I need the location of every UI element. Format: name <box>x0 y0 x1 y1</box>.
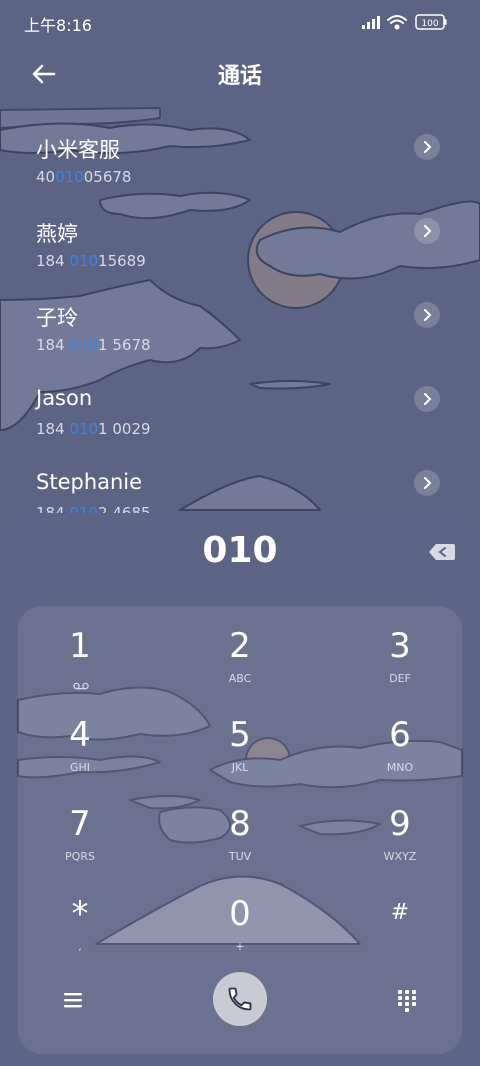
contact-number: 184 0101 5678 <box>36 336 151 354</box>
wifi-icon <box>387 15 407 30</box>
contact-name: 子玲 <box>36 306 78 330</box>
contact-row[interactable]: 燕婷 184 01015689 <box>0 218 480 302</box>
contact-detail-button[interactable] <box>414 386 440 412</box>
contact-detail-button[interactable] <box>414 134 440 160</box>
chevron-right-icon <box>424 477 432 489</box>
key-digit: 3 <box>389 626 411 666</box>
key-digit: # <box>390 900 410 925</box>
key-digit: 0 <box>229 894 251 934</box>
voicemail-icon <box>73 682 89 690</box>
contact-number: 184 0101 0029 <box>36 420 151 438</box>
contact-name: 燕婷 <box>36 222 78 246</box>
key-1[interactable]: 1 <box>20 626 140 706</box>
contact-row[interactable]: Stephanie 184 0102 4685 <box>0 470 480 513</box>
contact-row[interactable]: 子玲 184 0101 5678 <box>0 302 480 386</box>
contact-number: 4001005678 <box>36 168 132 186</box>
contact-detail-button[interactable] <box>414 470 440 496</box>
key-letters: DEF <box>389 672 411 685</box>
key-digit: 2 <box>229 626 251 666</box>
key-digit: * <box>71 894 89 934</box>
status-icons: 100 <box>362 14 447 30</box>
page-title: 通话 <box>217 64 262 89</box>
key-digit: 4 <box>69 715 91 755</box>
chevron-right-icon <box>424 393 432 405</box>
contact-number: 184 01015689 <box>36 252 146 270</box>
key-0[interactable]: 0 + <box>180 894 300 974</box>
call-button[interactable] <box>213 972 267 1026</box>
key-letters: MNO <box>386 761 414 774</box>
key-9[interactable]: 9 WXYZ <box>340 804 460 884</box>
menu-button[interactable] <box>62 990 84 1010</box>
key-3[interactable]: 3 DEF <box>340 626 460 706</box>
key-2[interactable]: 2 ABC <box>180 626 300 706</box>
header: 通话 <box>0 46 480 102</box>
key-5[interactable]: 5 JKL <box>180 715 300 795</box>
status-bar: 上午8:16 100 <box>0 0 480 46</box>
contact-name: Jason <box>36 386 93 410</box>
key-digit: 1 <box>69 626 91 666</box>
battery-level: 100 <box>421 19 438 29</box>
key-letters: PQRS <box>65 850 95 863</box>
number-match-highlight: 010 <box>55 168 84 186</box>
contact-number: 184 0102 4685 <box>36 504 151 513</box>
key-letters: GHI <box>69 761 91 774</box>
contact-detail-button[interactable] <box>414 218 440 244</box>
key-4[interactable]: 4 GHI <box>20 715 140 795</box>
number-match-highlight: 010 <box>69 504 99 513</box>
key-letters: + <box>235 940 245 953</box>
number-match-highlight: 010 <box>69 252 99 270</box>
contact-suggestions-list: 小米客服 4001005678 燕婷 184 01015689 子玲 184 0… <box>0 108 480 513</box>
status-time: 上午8:16 <box>24 16 92 35</box>
menu-icon <box>64 993 82 1008</box>
keypad: 1 2 ABC 3 DEF 4 GHI 5 JKL 6 MNO 7 PQRS 8… <box>18 606 462 1054</box>
keypad-toggle-button[interactable] <box>396 988 418 1012</box>
contact-name: Stephanie <box>36 470 143 494</box>
key-letters: , <box>78 940 82 953</box>
key-star[interactable]: * , <box>20 894 140 974</box>
number-match-highlight: 010 <box>69 420 99 438</box>
signal-icon <box>362 16 380 29</box>
key-digit: 5 <box>229 715 251 755</box>
phone-call-icon <box>228 987 252 1011</box>
chevron-right-icon <box>424 309 432 321</box>
dialer-panel: 010 1 2 ABC 3 DEF 4 GHI 5 JKL 6 MNO 7 PQ… <box>0 510 480 1066</box>
key-digit: 9 <box>389 804 411 844</box>
backspace-button[interactable] <box>428 542 456 562</box>
key-letters: TUV <box>228 850 252 863</box>
key-7[interactable]: 7 PQRS <box>20 804 140 884</box>
backspace-icon <box>429 544 455 560</box>
key-8[interactable]: 8 TUV <box>180 804 300 884</box>
key-digit: 8 <box>229 804 251 844</box>
key-letters: WXYZ <box>383 850 417 863</box>
keypad-grid-icon <box>398 990 416 1012</box>
contact-row[interactable]: Jason 184 0101 0029 <box>0 386 480 470</box>
contact-name: 小米客服 <box>36 138 120 162</box>
chevron-right-icon <box>424 225 432 237</box>
key-letters: ABC <box>228 672 252 685</box>
key-letters: JKL <box>231 761 249 774</box>
contact-detail-button[interactable] <box>414 302 440 328</box>
chevron-right-icon <box>424 141 432 153</box>
battery-icon: 100 <box>415 14 447 30</box>
contact-row[interactable]: 小米客服 4001005678 <box>0 134 480 218</box>
key-digit: 7 <box>69 804 91 844</box>
key-6[interactable]: 6 MNO <box>340 715 460 795</box>
key-digit: 6 <box>389 715 411 755</box>
number-match-highlight: 010 <box>69 336 99 354</box>
dialed-number-display: 010 <box>202 530 278 571</box>
key-hash[interactable]: # <box>340 894 460 974</box>
